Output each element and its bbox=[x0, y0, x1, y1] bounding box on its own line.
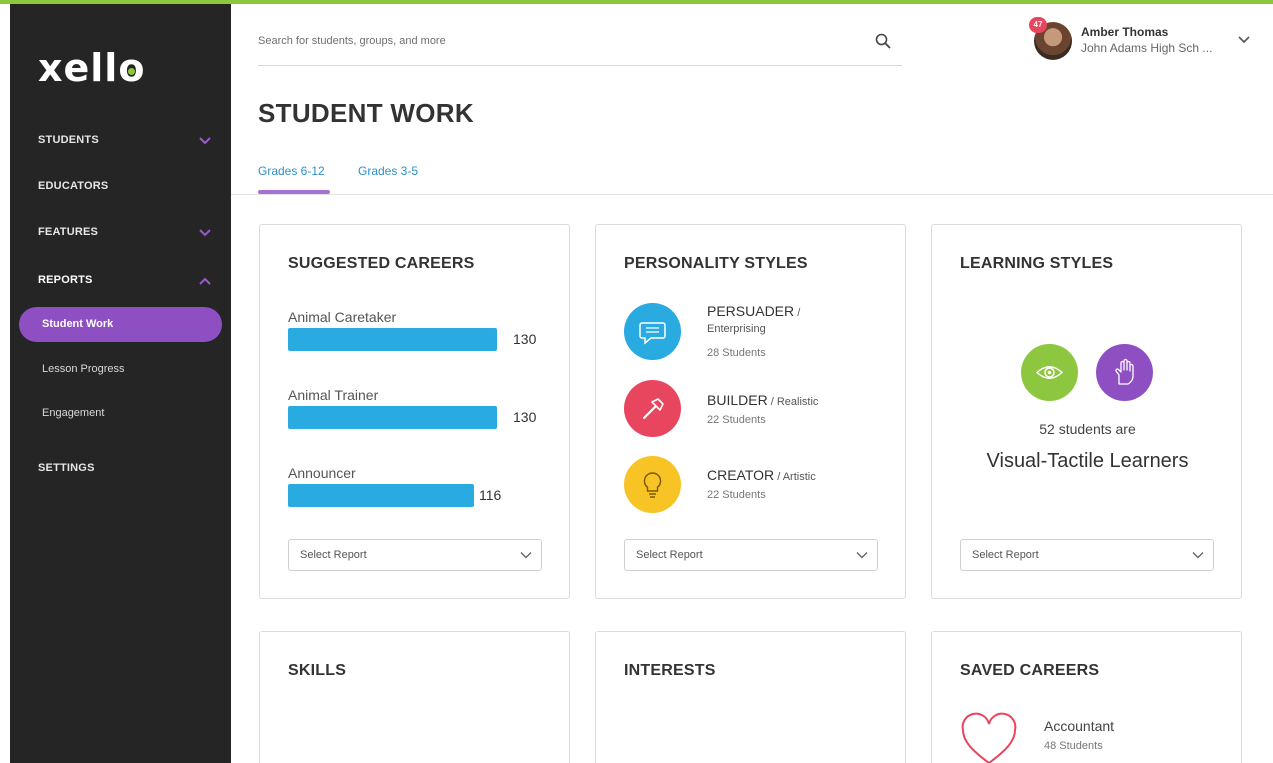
user-school: John Adams High Sch ... bbox=[1081, 41, 1213, 55]
notification-badge[interactable]: 47 bbox=[1029, 17, 1047, 33]
career-count: 116 bbox=[479, 487, 502, 503]
builder-badge bbox=[624, 380, 681, 437]
sidebar-item-features[interactable]: FEATURES bbox=[38, 226, 98, 238]
personality-name: PERSUADER / Enterprising bbox=[707, 303, 801, 335]
chevron-down-icon bbox=[1192, 552, 1204, 559]
sidebar: xello STUDENTS EDUCATORS FEATURES REPORT… bbox=[10, 4, 231, 763]
personality-styles-card: PERSONALITY STYLES PERSUADER / Enterpris… bbox=[595, 224, 906, 599]
search-input[interactable] bbox=[258, 30, 858, 52]
personality-count: 22 Students bbox=[707, 489, 766, 501]
career-label: Animal Trainer bbox=[288, 387, 379, 403]
chevron-down-icon[interactable] bbox=[198, 134, 212, 148]
tab-grades-6-12[interactable]: Grades 6-12 bbox=[258, 164, 325, 178]
card-title: INTERESTS bbox=[624, 662, 716, 679]
sidebar-item-student-work[interactable]: Student Work bbox=[19, 307, 222, 342]
chevron-up-icon[interactable] bbox=[198, 274, 212, 288]
card-title: SUGGESTED CAREERS bbox=[288, 255, 475, 272]
top-accent-bar bbox=[0, 0, 1273, 4]
creator-badge bbox=[624, 456, 681, 513]
page-title: STUDENT WORK bbox=[258, 98, 474, 128]
learning-styles-card: LEARNING STYLES 52 students are Visual-T… bbox=[931, 224, 1242, 599]
card-title: PERSONALITY STYLES bbox=[624, 255, 808, 272]
card-title: SAVED CAREERS bbox=[960, 662, 1100, 679]
saved-career-name[interactable]: Accountant bbox=[1044, 718, 1114, 734]
career-label: Animal Caretaker bbox=[288, 309, 397, 325]
lightbulb-icon bbox=[643, 472, 662, 498]
user-menu[interactable]: 47 Amber Thomas John Adams High Sch ... bbox=[1029, 17, 1264, 62]
search-icon[interactable] bbox=[874, 32, 892, 50]
sidebar-item-lesson-progress[interactable]: Lesson Progress bbox=[42, 363, 125, 375]
career-count: 130 bbox=[513, 409, 537, 425]
sidebar-item-educators[interactable]: EDUCATORS bbox=[38, 180, 108, 192]
learning-style-count: 52 students are bbox=[1039, 421, 1136, 437]
chevron-down-icon[interactable] bbox=[1236, 32, 1252, 48]
career-bar bbox=[288, 406, 497, 429]
eye-icon bbox=[1035, 366, 1064, 379]
career-bar-fill bbox=[288, 406, 497, 429]
tactile-badge bbox=[1096, 344, 1153, 401]
user-name: Amber Thomas bbox=[1081, 25, 1169, 39]
xello-logo[interactable]: xello bbox=[38, 46, 145, 90]
career-bar-fill bbox=[288, 328, 497, 351]
career-bar bbox=[288, 328, 497, 351]
sidebar-item-students[interactable]: STUDENTS bbox=[38, 134, 99, 146]
career-bar-fill bbox=[288, 484, 475, 507]
tab-grades-3-5[interactable]: Grades 3-5 bbox=[358, 164, 418, 178]
saved-careers-card: SAVED CAREERS Accountant 48 Students bbox=[931, 631, 1242, 763]
chevron-down-icon[interactable] bbox=[198, 226, 212, 240]
sidebar-item-reports[interactable]: REPORTS bbox=[38, 274, 93, 286]
saved-career-count: 48 Students bbox=[1044, 740, 1103, 752]
heart-icon bbox=[961, 712, 1017, 763]
card-title: SKILLS bbox=[288, 662, 347, 679]
tabs-divider bbox=[231, 194, 1273, 195]
chevron-down-icon bbox=[520, 552, 532, 559]
hand-icon bbox=[1115, 358, 1134, 385]
sidebar-item-engagement[interactable]: Engagement bbox=[42, 407, 104, 419]
persuader-badge bbox=[624, 303, 681, 360]
personality-count: 22 Students bbox=[707, 414, 766, 426]
suggested-careers-card: SUGGESTED CAREERS Animal Caretaker 130 A… bbox=[259, 224, 570, 599]
interests-card: INTERESTS bbox=[595, 631, 906, 763]
career-label: Announcer bbox=[288, 465, 356, 481]
career-count: 130 bbox=[513, 331, 537, 347]
learning-style-type: Visual-Tactile Learners bbox=[986, 450, 1189, 472]
hammer-icon bbox=[642, 398, 664, 420]
chevron-down-icon bbox=[856, 552, 868, 559]
personality-name: BUILDER / Realistic bbox=[707, 392, 819, 408]
select-report-dropdown[interactable]: Select Report bbox=[288, 539, 542, 571]
search-bar bbox=[258, 26, 902, 66]
visual-badge bbox=[1021, 344, 1078, 401]
speech-bubble-icon bbox=[639, 322, 666, 345]
skills-card: SKILLS bbox=[259, 631, 570, 763]
personality-count: 28 Students bbox=[707, 347, 766, 359]
select-report-dropdown[interactable]: Select Report bbox=[960, 539, 1214, 571]
personality-name: CREATOR / Artistic bbox=[707, 467, 816, 483]
sidebar-item-settings[interactable]: SETTINGS bbox=[38, 462, 95, 474]
window-edge bbox=[0, 0, 10, 763]
card-title: LEARNING STYLES bbox=[960, 255, 1114, 272]
select-report-dropdown[interactable]: Select Report bbox=[624, 539, 878, 571]
career-bar bbox=[288, 484, 497, 507]
